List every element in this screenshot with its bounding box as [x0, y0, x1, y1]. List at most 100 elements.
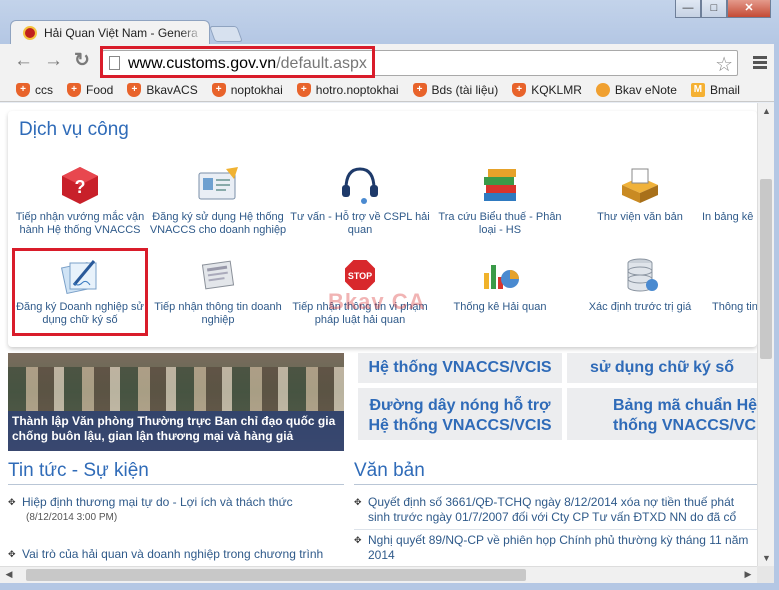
service-advance-valuation[interactable]: Xác định trước trị giá	[570, 255, 710, 314]
signature-registration-highlight-box	[12, 248, 148, 336]
service-label: Thống kê Hải quan	[453, 301, 547, 313]
document-item[interactable]: Quyết định số 3661/QĐ-TCHQ ngày 8/12/201…	[354, 495, 757, 525]
service-label: Thư viện văn bản	[597, 211, 683, 223]
bird-bookmark-icon	[595, 82, 610, 97]
bookmark-item[interactable]: + BkavACS	[127, 82, 198, 97]
bookmark-item[interactable]: + KQKLMR	[512, 82, 582, 97]
service-print-payment[interactable]: In bảng kê nộp tiền	[698, 165, 757, 224]
service-vnaccs-registration[interactable]: Đăng ký sử dụng Hệ thống VNACCS cho doan…	[148, 165, 288, 237]
question-cube-icon: ?	[58, 165, 102, 205]
books-icon	[478, 165, 522, 205]
chrome-menu-button[interactable]	[753, 56, 767, 71]
news-section-title[interactable]: Tin tức - Sự kiện	[8, 460, 149, 482]
svg-text:STOP: STOP	[348, 271, 372, 281]
news-item[interactable]: Hiệp định thương mại tự do - Lợi ích và …	[8, 495, 344, 525]
document-item-title[interactable]: Nghị quyết 89/NQ-CP về phiên họp Chính p…	[368, 533, 748, 562]
bookmark-item[interactable]: Bkav eNote	[595, 82, 677, 97]
horizontal-scrollbar[interactable]: ◀ ▶	[0, 566, 757, 583]
database-icon	[618, 255, 662, 295]
customs-favicon-icon	[23, 25, 37, 40]
window-border-bottom	[0, 583, 779, 590]
maximize-button[interactable]: □	[701, 0, 727, 18]
newspaper-icon	[196, 255, 240, 295]
bookmark-label: Bmail	[709, 82, 740, 97]
quicklink-digital-signature[interactable]: sử dụng chữ ký số	[567, 353, 757, 383]
documents-section-title[interactable]: Văn bản	[354, 460, 425, 482]
bookmark-item[interactable]: + Bds (tài liệu)	[412, 82, 498, 97]
watermark-text: Bkav CA	[328, 289, 426, 314]
url-highlight-box	[100, 46, 375, 78]
shield-bookmark-icon: +	[211, 82, 226, 97]
documents-divider	[354, 484, 757, 485]
minimize-button[interactable]: —	[675, 0, 701, 18]
document-item-title[interactable]: Quyết định số 3661/QĐ-TCHQ ngày 8/12/201…	[368, 495, 736, 525]
forward-button[interactable]: →	[44, 51, 63, 70]
news-item-title[interactable]: Vai trò của hải quan và doanh nghiệp tro…	[22, 547, 323, 561]
scrollbar-corner	[757, 566, 774, 583]
service-label: Tra cứu Biểu thuế - Phân loại - HS	[438, 211, 562, 236]
service-label: Đăng ký sử dụng Hệ thống VNACCS cho doan…	[149, 211, 287, 236]
bookmark-label: hotro.noptokhai	[315, 82, 399, 97]
bookmark-label: BkavACS	[146, 82, 198, 97]
chart-icon	[478, 255, 522, 295]
page-viewport: Dịch vụ công ? Tiếp nhận vướng mắc vận h…	[0, 103, 757, 566]
code-table-label: Bảng mã chuẩn Hệ thống VNACCS/VCIS	[613, 397, 757, 434]
quicklink-hotline[interactable]: Đường dây nóng hỗ trợ Hệ thống VNACCS/VC…	[358, 388, 562, 440]
service-label: Tiếp nhận thông tin doanh nghiệp	[154, 301, 282, 326]
scroll-up-arrow-icon[interactable]: ▲	[758, 106, 775, 116]
featured-news-photo[interactable]: Thành lập Văn phòng Thường trực Ban chỉ …	[8, 353, 344, 451]
service-label: Tư vấn - Hỗ trợ về CSPL hải quan	[290, 211, 430, 236]
service-tariff-lookup[interactable]: Tra cứu Biểu thuế - Phân loại - HS	[430, 165, 570, 237]
service-enterprise-info[interactable]: Tiếp nhận thông tin doanh nghiệp	[148, 255, 288, 327]
service-vnaccs-support[interactable]: ? Tiếp nhận vướng mắc vận hành Hệ thống …	[10, 165, 150, 237]
vertical-scrollbar[interactable]: ▲ ▼	[757, 103, 774, 566]
service-customs-statistics[interactable]: Thống kê Hải quan	[430, 255, 570, 314]
browser-tab[interactable]: Hải Quan Việt Nam - Genera	[10, 20, 210, 44]
info-icon	[732, 255, 757, 295]
service-legal-consulting[interactable]: Tư vấn - Hỗ trợ về CSPL hải quan	[290, 165, 430, 237]
bookmark-item[interactable]: M Bmail	[690, 82, 740, 97]
service-label: Tiếp nhận vướng mắc vận hành Hệ thống VN…	[15, 211, 145, 236]
bookmark-item[interactable]: + Food	[67, 82, 114, 97]
back-button[interactable]: ←	[14, 51, 33, 70]
scroll-left-arrow-icon[interactable]: ◀	[2, 569, 16, 580]
service-information[interactable]: Thông tin	[698, 255, 757, 314]
shield-bookmark-icon: +	[412, 82, 427, 97]
scroll-right-arrow-icon[interactable]: ▶	[741, 569, 755, 580]
service-label: In bảng kê nộp tiền	[702, 211, 757, 223]
reload-button[interactable]: ↻	[74, 51, 90, 70]
bookmark-item[interactable]: + hotro.noptokhai	[296, 82, 399, 97]
quicklink-vnaccs-system[interactable]: Hệ thống VNACCS/VCIS	[358, 353, 562, 383]
bookmark-label: ccs	[35, 82, 53, 97]
photo-caption[interactable]: Thành lập Văn phòng Thường trực Ban chỉ …	[12, 414, 342, 444]
service-label: Thông tin	[712, 301, 757, 313]
news-item[interactable]: Vai trò của hải quan và doanh nghiệp tro…	[8, 547, 344, 562]
shield-bookmark-icon: +	[16, 82, 30, 97]
id-card-icon	[196, 165, 240, 205]
new-tab-button[interactable]	[209, 26, 243, 42]
window-border-right	[774, 44, 779, 590]
vertical-scroll-thumb[interactable]	[760, 179, 772, 359]
bookmark-label: KQKLMR	[531, 82, 582, 97]
bookmark-label: Food	[86, 82, 114, 97]
print-icon	[732, 165, 757, 205]
news-item-title[interactable]: Hiệp định thương mại tự do - Lợi ích và …	[22, 495, 293, 509]
scroll-down-arrow-icon[interactable]: ▼	[758, 553, 775, 563]
section-title-services: Dịch vụ công	[19, 119, 129, 140]
bookmark-item[interactable]: + noptokhai	[211, 82, 283, 97]
mail-bookmark-icon: M	[690, 82, 705, 97]
news-divider	[8, 484, 344, 485]
service-document-library[interactable]: Thư viện văn bản	[570, 165, 710, 224]
bookmark-star-icon[interactable]: ☆	[715, 52, 733, 77]
photo-image	[8, 367, 344, 411]
document-separator	[354, 529, 757, 530]
close-button[interactable]: ✕	[727, 0, 771, 18]
quicklink-code-table[interactable]: Bảng mã chuẩn Hệ thống VNACCS/VCIS	[567, 388, 757, 440]
bookmark-item[interactable]: + ccs	[16, 82, 53, 97]
document-box-icon	[618, 165, 662, 205]
document-item[interactable]: Nghị quyết 89/NQ-CP về phiên họp Chính p…	[354, 533, 757, 563]
tab-title: Hải Quan Việt Nam - Genera	[44, 25, 198, 40]
shield-bookmark-icon: +	[512, 82, 527, 97]
svg-text:?: ?	[75, 177, 86, 197]
horizontal-scroll-thumb[interactable]	[26, 569, 526, 581]
